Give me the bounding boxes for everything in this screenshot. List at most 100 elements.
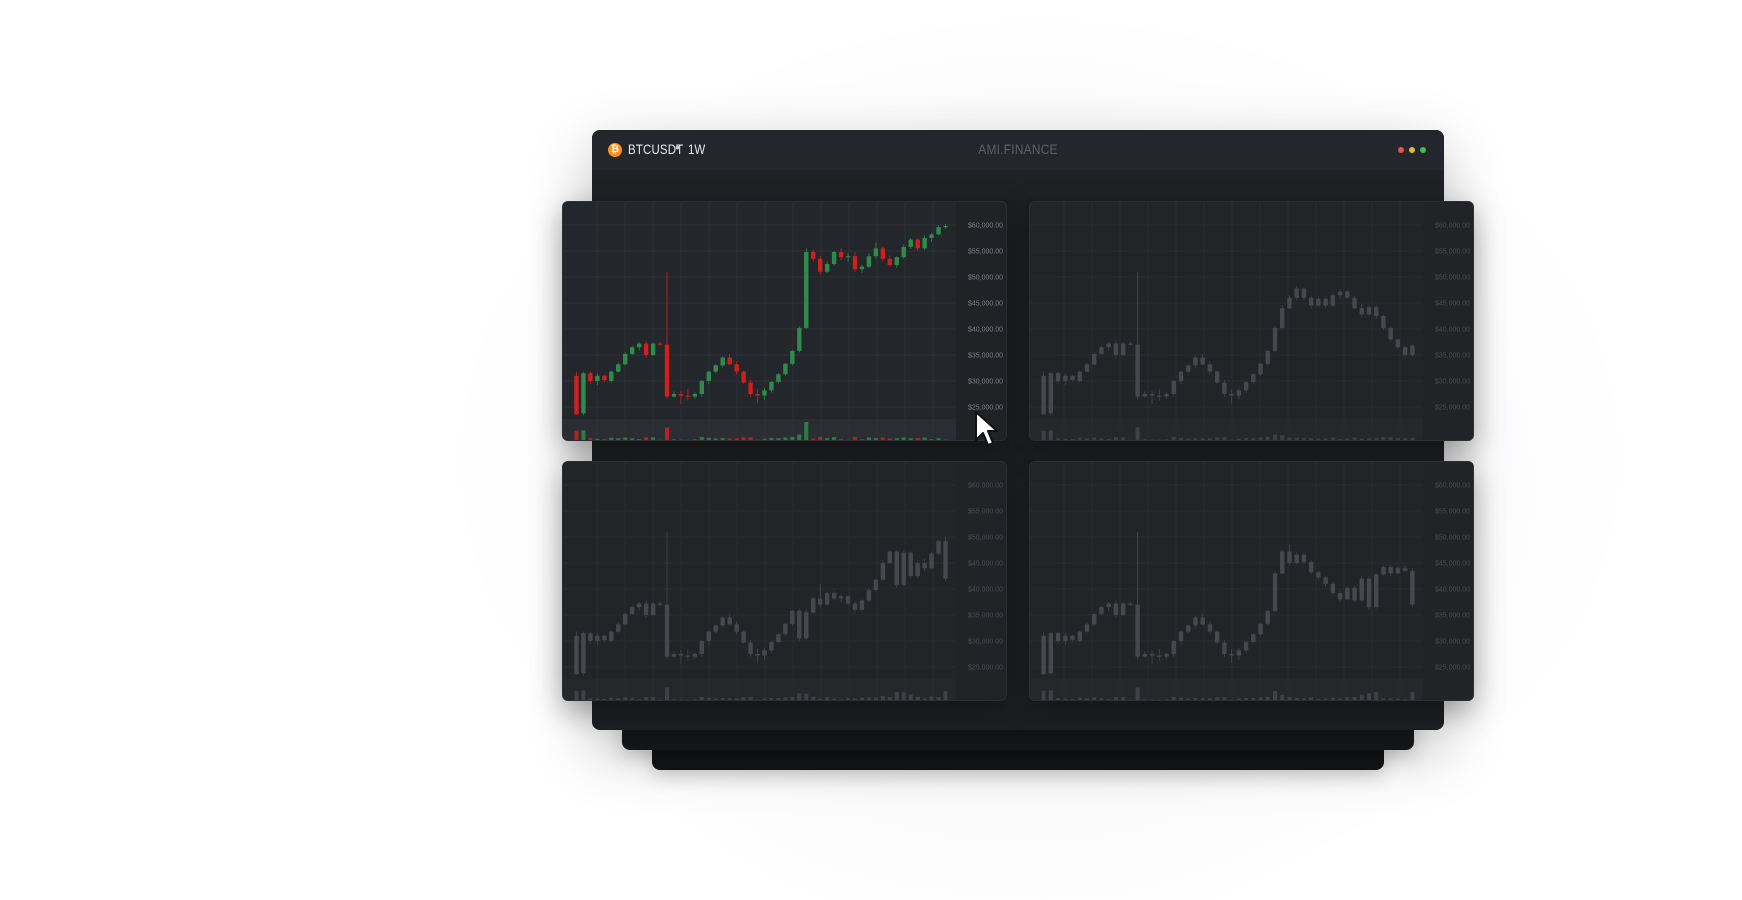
volume-bar: [943, 439, 948, 440]
volume-bar: [1273, 691, 1277, 700]
candle: [1251, 633, 1256, 644]
volume-bar: [706, 697, 711, 700]
candle: [623, 612, 628, 626]
volume-bar: [1345, 697, 1350, 700]
candle: [1366, 576, 1372, 610]
volume-bar: [1323, 698, 1328, 700]
volume-bar: [1150, 699, 1155, 700]
screenshot-stage: ₿ BTCUSDT • 1W AMI.FINANCE $60,000.00 $55…: [0, 0, 1742, 900]
y-tick-label: $45,000.00: [1435, 561, 1470, 568]
volume-bar: [1128, 439, 1133, 440]
volume-bar: [901, 692, 906, 700]
plot-background: [1030, 202, 1423, 440]
volume-bar: [1367, 693, 1371, 700]
volume-bar: [790, 696, 795, 700]
chart-panel-bottom-right[interactable]: $60,000.00 $55,000.00 $50,000.00 $45,000.00…: [1029, 461, 1474, 701]
candle: [1280, 305, 1285, 329]
volume-bar: [692, 699, 697, 700]
y-tick-label: $55,000.00: [968, 509, 1003, 516]
volume-bar: [699, 696, 704, 700]
volume-bar: [929, 439, 934, 440]
volume-bar: [1142, 699, 1147, 700]
volume-bar: [839, 438, 844, 440]
volume-bar: [811, 438, 816, 440]
chart-panel-top-right[interactable]: $60,000.00 $55,000.00 $50,000.00 $45,000.00…: [1029, 201, 1474, 441]
volume-bar: [1215, 697, 1220, 700]
volume-bar: [1403, 699, 1408, 700]
candle: [1374, 573, 1379, 609]
y-tick-label: $35,000.00: [1435, 353, 1470, 360]
volume-bar: [720, 438, 725, 440]
volume-bar: [776, 698, 781, 700]
candlestick-chart[interactable]: $60,000.00 $55,000.00 $50,000.00 $45,000.00…: [1030, 462, 1474, 701]
volume-bar: [1179, 437, 1183, 440]
candle: [776, 373, 781, 384]
candle: [1077, 630, 1082, 643]
volume-bar: [1309, 438, 1314, 440]
chart-panel-top-left[interactable]: $60,000.00 $55,000.00 $50,000.00 $45,000.00…: [562, 201, 1007, 441]
volume-bar: [1200, 438, 1205, 440]
volume-bar: [1099, 698, 1104, 700]
volume-bar: [692, 439, 697, 440]
y-tick-label: $25,000.00: [1435, 665, 1470, 672]
candle: [1120, 342, 1126, 357]
candlestick-chart[interactable]: $60,000.00 $55,000.00 $50,000.00 $45,000.00…: [563, 462, 1007, 701]
candle: [901, 550, 906, 587]
volume-bar: [1388, 698, 1393, 700]
candle: [650, 342, 656, 357]
volume-bar: [637, 439, 642, 440]
minimize-dot-icon[interactable]: [1409, 147, 1415, 153]
volume-bar: [1330, 697, 1335, 700]
volume-bar: [1258, 437, 1263, 440]
volume-bar: [1251, 438, 1256, 440]
candle: [1280, 550, 1285, 575]
bitcoin-icon: ₿: [608, 143, 622, 157]
close-dot-icon[interactable]: [1398, 147, 1404, 153]
volume-bar: [1106, 699, 1111, 700]
volume-bar: [581, 430, 586, 440]
volume-bar: [1236, 438, 1241, 440]
chart-panel-bottom-left[interactable]: $60,000.00 $55,000.00 $50,000.00 $45,000.00…: [562, 461, 1007, 701]
maximize-dot-icon[interactable]: [1420, 147, 1426, 153]
y-tick-label: $25,000.00: [1435, 405, 1470, 412]
candle: [845, 595, 851, 605]
volume-bar: [1374, 437, 1379, 440]
candle: [1092, 612, 1097, 626]
volume-bar: [671, 439, 676, 440]
volume-bar: [574, 430, 579, 440]
toolbar-strip: [592, 170, 1444, 200]
volume-bar: [1063, 698, 1068, 700]
volume-bar: [1150, 439, 1155, 440]
volume-bar: [616, 438, 621, 440]
candle: [817, 256, 823, 275]
candle: [804, 248, 809, 329]
volume-bar: [1092, 697, 1097, 700]
volume-bar: [1135, 687, 1140, 700]
volume-bar: [887, 438, 892, 440]
volume-bar: [853, 698, 857, 700]
volume-bar: [1157, 439, 1162, 440]
candle: [1214, 370, 1220, 384]
window-title-bar: ₿ BTCUSDT • 1W AMI.FINANCE: [592, 130, 1444, 170]
candlestick-chart[interactable]: $60,000.00 $55,000.00 $50,000.00 $45,000.00…: [563, 202, 1007, 441]
candle: [1048, 371, 1054, 416]
candlestick-chart[interactable]: $60,000.00 $55,000.00 $50,000.00 $45,000.00…: [1030, 202, 1474, 441]
volume-bar: [671, 699, 676, 700]
candle: [929, 551, 934, 570]
candle: [1410, 344, 1415, 357]
y-tick-label: $55,000.00: [1435, 249, 1470, 256]
y-tick-label: $30,000.00: [1435, 379, 1470, 386]
volume-bar: [685, 439, 690, 440]
candle: [859, 599, 865, 611]
volume-bar: [1280, 435, 1285, 440]
volume-bar: [769, 438, 774, 440]
volume-bar: [651, 437, 656, 440]
volume-bar: [685, 699, 690, 700]
volume-bar: [665, 427, 669, 440]
candle: [783, 622, 788, 636]
candle: [908, 551, 913, 579]
mouse-pointer-icon: [975, 411, 998, 446]
volume-bar: [727, 438, 732, 440]
volume-bar: [748, 437, 753, 440]
volume-bar: [832, 698, 837, 700]
